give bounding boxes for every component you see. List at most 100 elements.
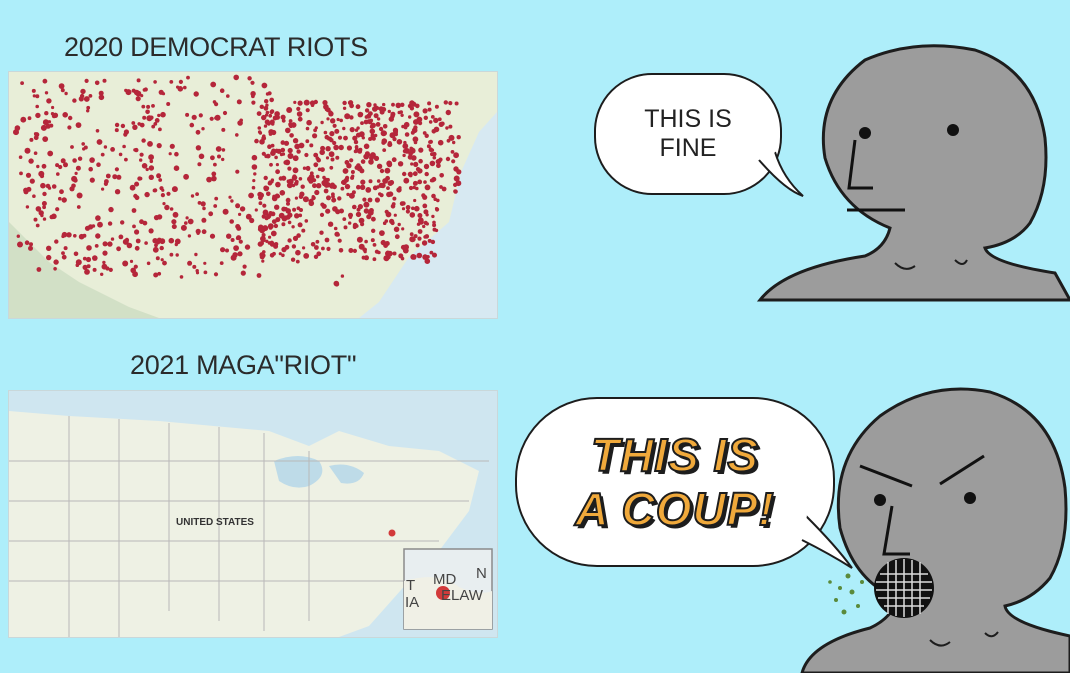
riot-dot [166, 102, 171, 106]
riot-dot [423, 115, 428, 120]
riot-dot [362, 197, 367, 202]
riot-dot [352, 222, 358, 228]
riot-dot [321, 246, 325, 251]
riot-dot [238, 239, 243, 244]
riot-dot [298, 177, 303, 181]
riot-dot [438, 121, 444, 127]
riot-dot [381, 138, 388, 144]
riot-dot [198, 153, 205, 160]
riot-dot [16, 234, 20, 238]
riot-dot [195, 269, 199, 273]
spit-droplets [828, 573, 864, 615]
riot-dot [280, 114, 286, 120]
riot-dot [290, 257, 296, 262]
riot-dot [200, 201, 206, 207]
riot-dot [456, 169, 462, 175]
riot-dot [73, 178, 78, 183]
riot-dot [53, 259, 59, 265]
riot-dot [348, 212, 353, 218]
riot-dot [351, 174, 355, 178]
riot-dot [212, 100, 217, 104]
riot-dot [86, 245, 92, 251]
riot-dot [201, 229, 207, 235]
riot-dot [434, 228, 439, 233]
riot-dot [286, 107, 293, 113]
riot-dot [281, 222, 286, 227]
riot-dot [367, 209, 374, 216]
riot-dot [393, 226, 400, 233]
riot-dot [424, 171, 429, 177]
riot-dot [120, 123, 126, 129]
inset-label-elaw: ELAW [441, 587, 483, 604]
riot-dot [189, 122, 195, 128]
riot-dot [292, 167, 299, 174]
riot-dot [432, 155, 437, 160]
riot-dot [133, 264, 138, 269]
riot-dot [412, 171, 418, 177]
riot-dot [423, 220, 428, 225]
riot-dot [45, 183, 51, 189]
riot-dot [154, 118, 160, 123]
riot-dot [244, 244, 251, 250]
riot-dot [362, 247, 368, 253]
riot-dot [263, 186, 269, 192]
riot-dot [346, 145, 352, 151]
riot-dot [373, 155, 380, 161]
riot-dot [151, 124, 156, 129]
riot-dot [95, 129, 100, 133]
riot-dot [330, 157, 335, 162]
riot-dot [100, 152, 105, 157]
riot-dot [332, 123, 337, 128]
riot-dot [206, 176, 213, 183]
riot-dot [213, 272, 219, 277]
riot-dot [437, 117, 442, 122]
riot-dot [257, 241, 263, 247]
riot-dot [400, 201, 405, 205]
riot-dot [195, 145, 202, 151]
riot-dot [397, 110, 402, 115]
riot-dot [42, 205, 46, 210]
riot-dot [285, 197, 291, 203]
riot-dot [131, 121, 136, 125]
riot-dot [340, 186, 345, 191]
riot-dot [263, 124, 268, 128]
riot-dot [401, 227, 405, 231]
riot-dot [436, 198, 440, 203]
riot-dot [273, 223, 279, 229]
riot-dot [422, 224, 426, 229]
riot-dot [284, 244, 290, 250]
riot-dot [390, 220, 395, 226]
riot-dot [76, 205, 81, 209]
riot-dot [400, 256, 405, 261]
riot-dot [304, 152, 309, 158]
riot-dot [417, 213, 423, 218]
riot-dot [349, 248, 353, 253]
riot-dot [32, 194, 36, 198]
npc-right-eye [947, 124, 959, 136]
riot-dot [408, 115, 412, 119]
riot-dot [142, 115, 147, 120]
riot-dot [424, 184, 431, 191]
riot-dot [454, 101, 459, 106]
riot-dot [448, 124, 453, 129]
riot-dot [250, 91, 256, 97]
riot-dot [342, 168, 349, 174]
riot-dot [66, 232, 72, 238]
riot-dot [29, 137, 34, 142]
riot-dot [416, 116, 423, 123]
riot-dot [439, 173, 445, 178]
riot-dot [325, 181, 329, 185]
riot-dot [292, 155, 299, 162]
riot-dot [370, 122, 376, 129]
riot-dot [31, 88, 36, 93]
riot-dot [96, 139, 103, 145]
riot-dot [187, 218, 194, 225]
capitol-map: UNITED STATES MD ELAW T IA N [8, 390, 498, 638]
riot-dot [178, 79, 183, 84]
riot-dot [129, 259, 134, 263]
riot-dot [123, 129, 129, 135]
riot-dot [358, 217, 365, 224]
riot-dot [428, 120, 433, 124]
riot-dot [143, 87, 148, 92]
riot-dot [156, 143, 162, 149]
